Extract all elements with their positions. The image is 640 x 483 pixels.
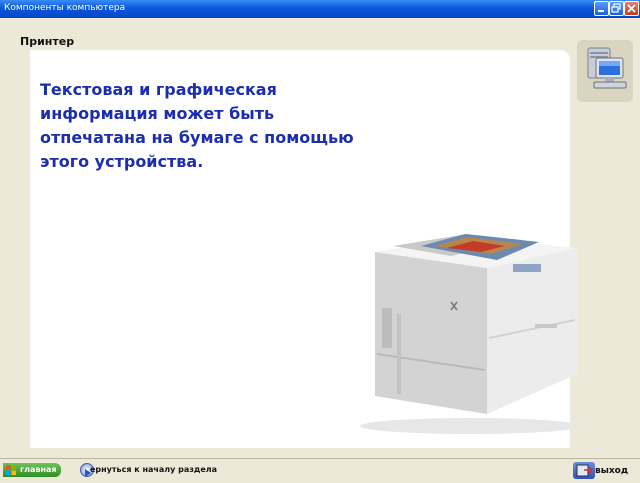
page-title: Принтер [20, 35, 75, 48]
home-label: главная [20, 465, 57, 474]
back-to-section-label[interactable]: ернуться к началу раздела [90, 465, 217, 474]
computer-icon [587, 47, 627, 89]
window-title-bar[interactable]: Компоненты компьютера [0, 0, 640, 18]
exit-label[interactable]: выход [595, 466, 628, 476]
description-text: Текстовая и графическая информация может… [40, 80, 354, 171]
restore-button[interactable] [609, 1, 624, 16]
close-button[interactable] [624, 1, 639, 16]
printer-image [360, 234, 580, 434]
close-icon [627, 4, 636, 13]
minimize-button[interactable] [594, 1, 609, 16]
home-button[interactable]: главная [3, 463, 61, 477]
exit-icon [576, 464, 594, 477]
window-title: Компоненты компьютера [4, 3, 126, 13]
restore-icon [611, 3, 621, 13]
exit-button[interactable] [573, 462, 595, 479]
windows-logo-icon [6, 465, 16, 475]
content-panel: Текстовая и графическая информация может… [30, 50, 580, 448]
minimize-icon [598, 10, 604, 12]
computer-tab[interactable] [577, 40, 633, 102]
bottom-toolbar: главная ернуться к началу раздела выход [0, 458, 640, 481]
